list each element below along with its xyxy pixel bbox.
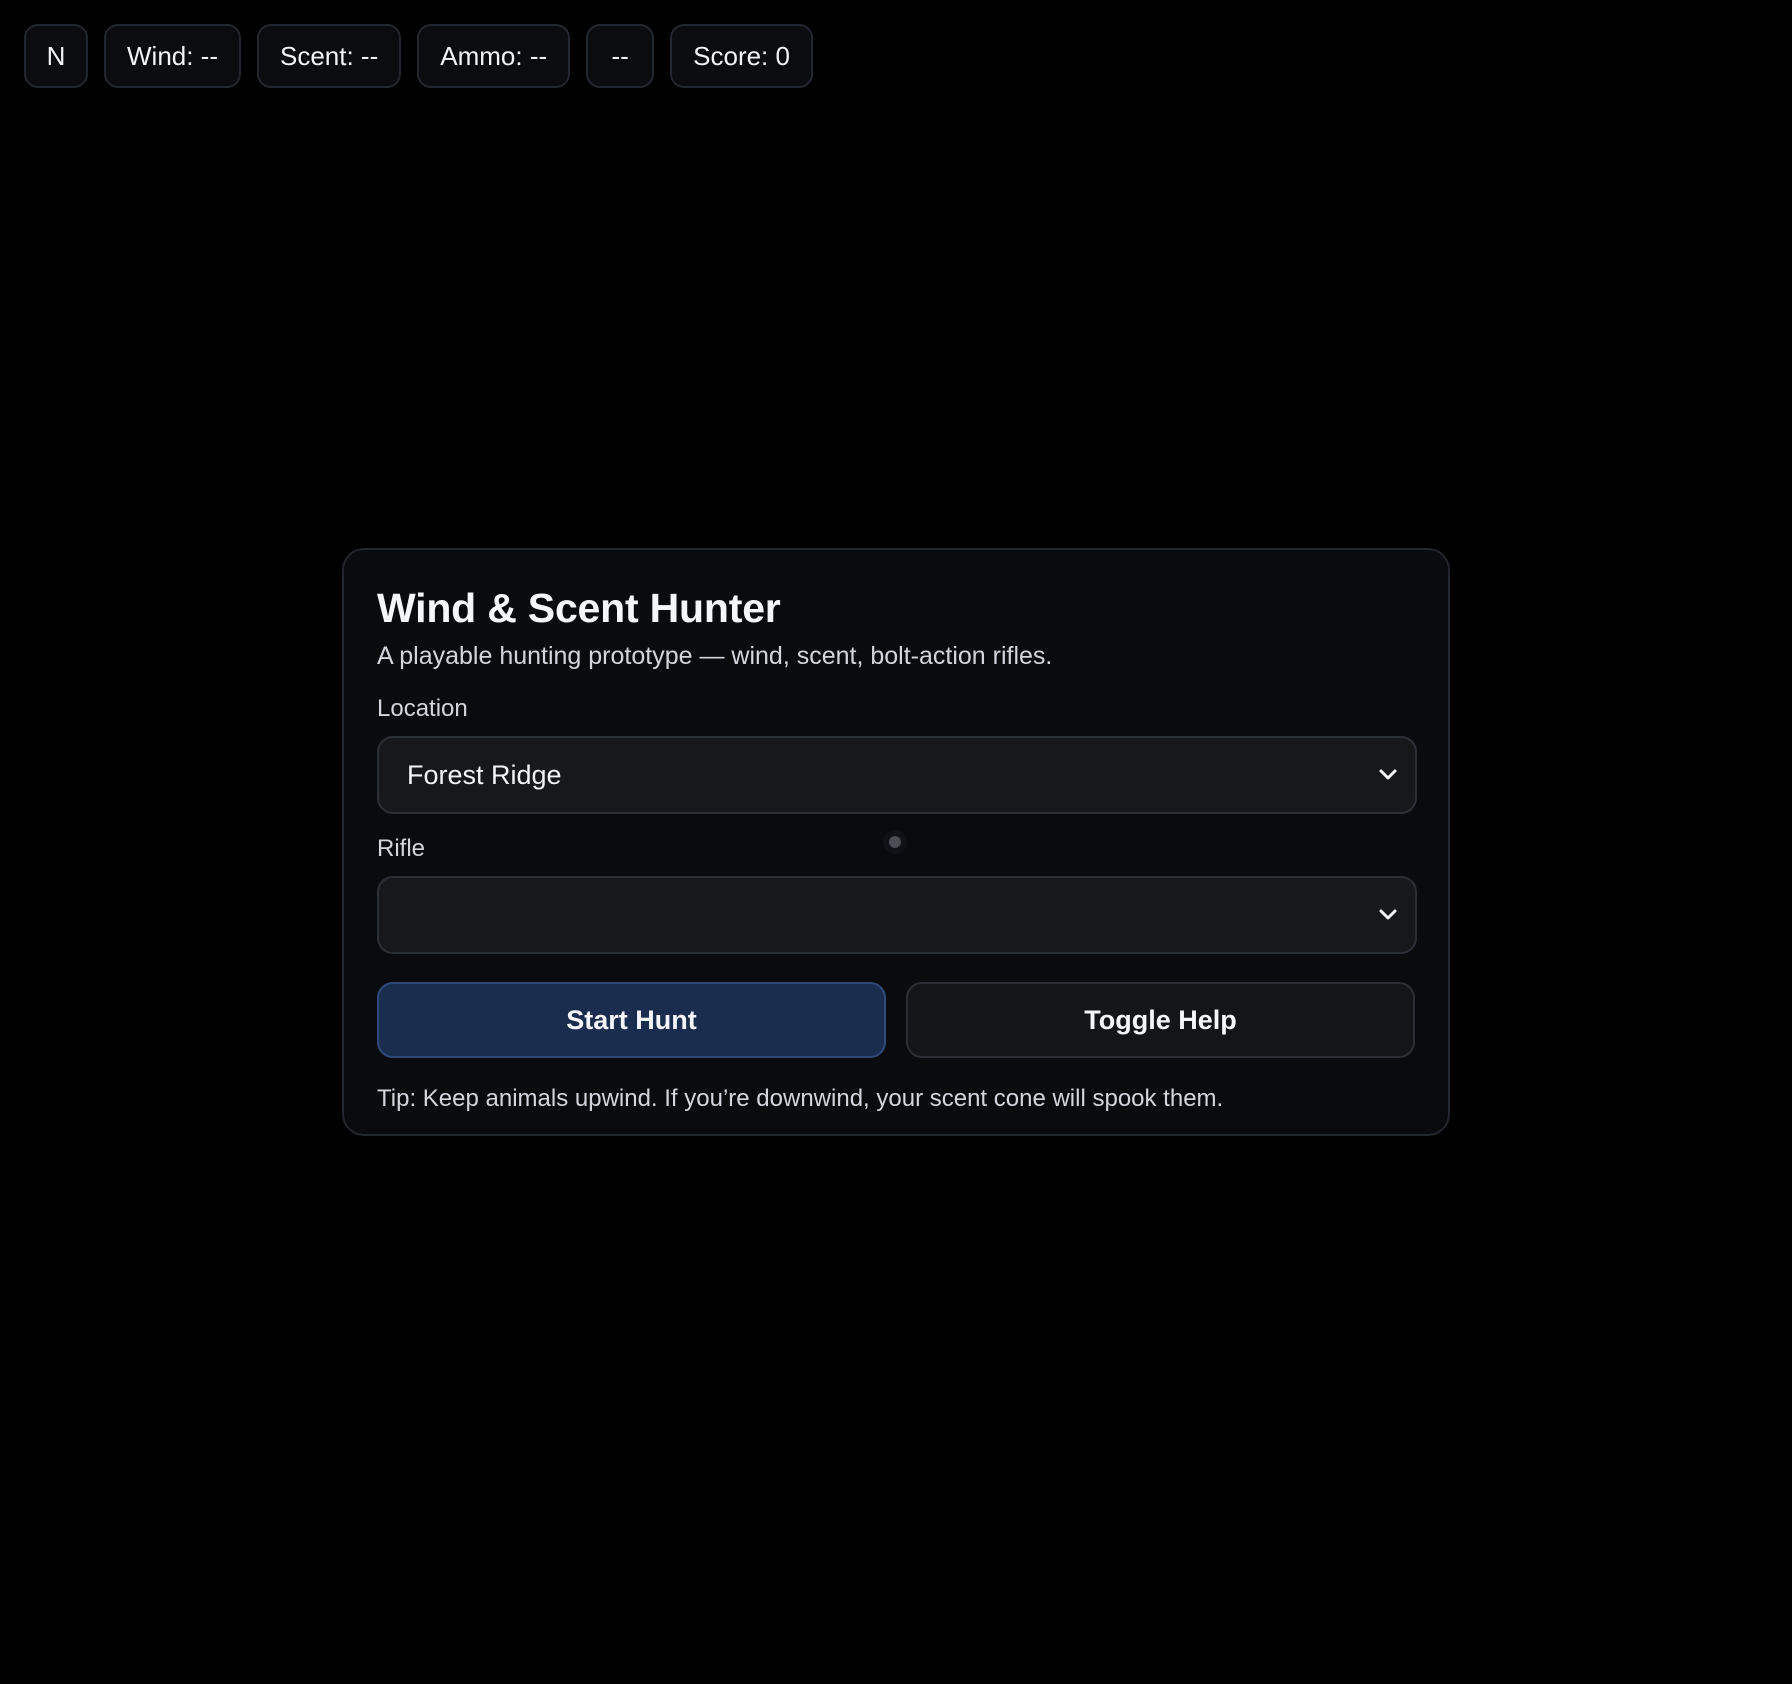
menu-actions: Start Hunt Toggle Help (377, 982, 1415, 1058)
rifle-select[interactable] (377, 876, 1417, 954)
gameplay-tip: Tip: Keep animals upwind. If you’re down… (377, 1085, 1224, 1112)
chevron-down-icon (1379, 769, 1397, 780)
location-selected-value: Forest Ridge (407, 759, 562, 790)
toggle-help-button[interactable]: Toggle Help (906, 982, 1415, 1058)
score-readout: Score: 0 (670, 24, 813, 88)
scent-readout: Scent: -- (257, 24, 402, 88)
wind-readout: Wind: -- (104, 24, 241, 88)
ammo-readout: Ammo: -- (417, 24, 571, 88)
game-title: Wind & Scent Hunter (377, 585, 781, 631)
crosshair-dot (889, 836, 901, 848)
compass-indicator: N (24, 24, 88, 88)
location-select[interactable]: Forest Ridge (377, 736, 1417, 814)
start-hunt-button[interactable]: Start Hunt (377, 982, 886, 1058)
hud-bar: N Wind: -- Scent: -- Ammo: -- -- Score: … (24, 24, 813, 88)
location-label: Location (377, 695, 468, 722)
game-subtitle: A playable hunting prototype — wind, sce… (377, 642, 1053, 670)
status-readout: -- (586, 24, 655, 88)
chevron-down-icon (1379, 909, 1397, 920)
